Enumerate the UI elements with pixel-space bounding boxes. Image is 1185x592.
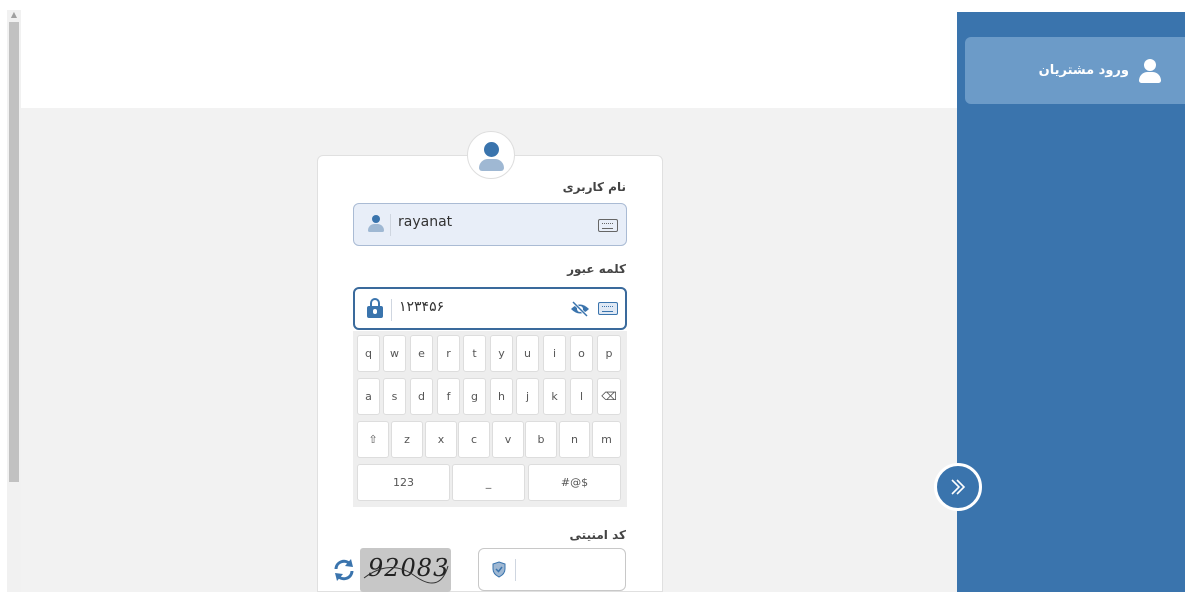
captcha-field[interactable] <box>478 548 626 591</box>
key-z[interactable]: z <box>391 421 423 458</box>
refresh-captcha-icon[interactable] <box>331 557 357 583</box>
numbers-key[interactable]: 123 <box>357 464 450 501</box>
user-icon <box>368 215 384 233</box>
sidebar: ورود مشتریان <box>957 12 1185 592</box>
symbols-key[interactable]: #@$ <box>528 464 621 501</box>
key-h[interactable]: h <box>490 378 513 415</box>
key-e[interactable]: e <box>410 335 433 372</box>
virtual-keyboard: q w e r t y u i o p a s d f g h j k l ⌫ … <box>353 331 627 507</box>
captcha-image: 92083 <box>360 548 451 592</box>
underscore-key[interactable]: _ <box>452 464 525 501</box>
key-g[interactable]: g <box>463 378 486 415</box>
scroll-thumb[interactable] <box>9 22 19 482</box>
key-u[interactable]: u <box>516 335 539 372</box>
key-o[interactable]: o <box>570 335 593 372</box>
key-q[interactable]: q <box>357 335 380 372</box>
key-t[interactable]: t <box>463 335 486 372</box>
password-label: کلمه عبور <box>567 262 626 276</box>
username-value[interactable]: rayanat <box>398 214 452 230</box>
sidebar-toggle-button[interactable] <box>934 463 982 511</box>
page: ▲ ورود مشتریان نام کاربری rayanat کلمه ع… <box>0 0 1185 592</box>
password-value[interactable]: ۱۲۳۴۵۶ <box>399 299 444 315</box>
key-c[interactable]: c <box>458 421 490 458</box>
user-icon <box>1137 58 1163 84</box>
key-j[interactable]: j <box>516 378 539 415</box>
key-i[interactable]: i <box>543 335 566 372</box>
key-n[interactable]: n <box>559 421 590 458</box>
captcha-label: کد امنیتی <box>569 528 626 542</box>
username-field[interactable]: rayanat <box>353 203 627 246</box>
shield-icon <box>492 561 506 578</box>
shift-key[interactable]: ⇧ <box>357 421 389 458</box>
sidebar-item-customer-login[interactable]: ورود مشتریان <box>965 37 1185 104</box>
key-a[interactable]: a <box>357 378 380 415</box>
key-p[interactable]: p <box>597 335 621 372</box>
key-k[interactable]: k <box>543 378 566 415</box>
double-chevron-right-icon <box>951 479 966 495</box>
backspace-key[interactable]: ⌫ <box>597 378 621 415</box>
keyboard-icon[interactable] <box>598 302 618 315</box>
key-w[interactable]: w <box>383 335 406 372</box>
key-d[interactable]: d <box>410 378 433 415</box>
password-field[interactable]: ۱۲۳۴۵۶ <box>353 287 627 330</box>
key-x[interactable]: x <box>425 421 457 458</box>
key-f[interactable]: f <box>437 378 460 415</box>
key-m[interactable]: m <box>592 421 621 458</box>
key-r[interactable]: r <box>437 335 460 372</box>
username-label: نام کاربری <box>562 180 626 194</box>
key-l[interactable]: l <box>570 378 593 415</box>
vertical-scrollbar[interactable]: ▲ <box>7 10 21 592</box>
key-s[interactable]: s <box>383 378 406 415</box>
key-b[interactable]: b <box>525 421 557 458</box>
key-v[interactable]: v <box>492 421 524 458</box>
keyboard-icon[interactable] <box>598 219 618 232</box>
lock-icon <box>367 298 383 318</box>
scroll-up-arrow-icon[interactable]: ▲ <box>9 10 19 20</box>
user-avatar-icon <box>467 131 515 179</box>
eye-slash-icon[interactable] <box>569 299 591 319</box>
key-y[interactable]: y <box>490 335 513 372</box>
sidebar-item-label: ورود مشتریان <box>1038 63 1129 78</box>
